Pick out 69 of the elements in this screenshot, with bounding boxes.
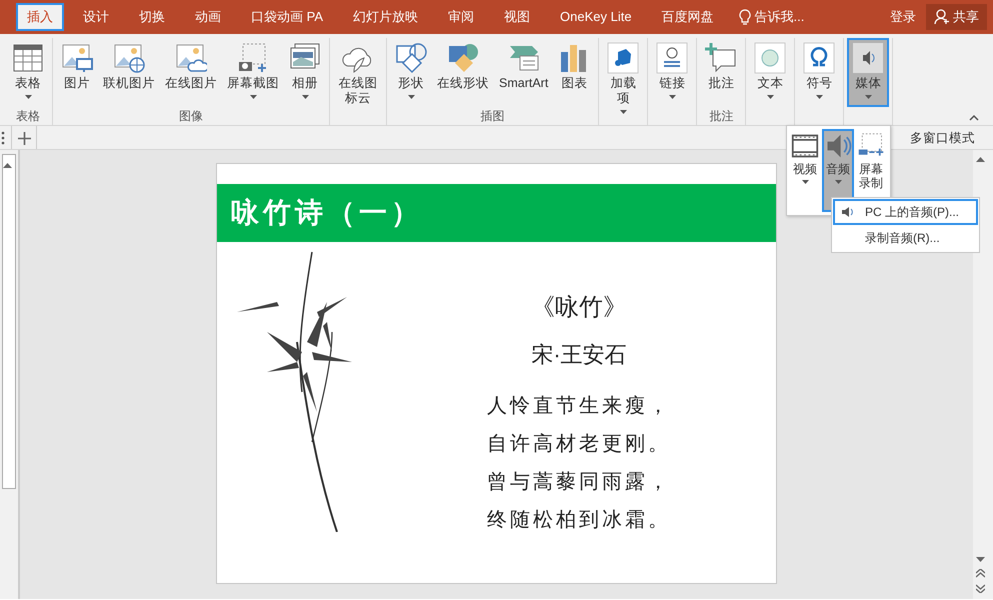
ribbon-button[interactable]: 批注 — [700, 38, 742, 107]
page-up-icon[interactable] — [976, 569, 985, 578]
scroll-down-icon[interactable] — [976, 557, 985, 563]
menu-tab[interactable]: 视图 — [493, 3, 541, 31]
ribbon-button[interactable]: 在线图片 — [160, 38, 222, 107]
group-label: 图像 — [179, 109, 203, 123]
drag-handle-icon[interactable] — [1, 131, 5, 145]
ribbon-button[interactable]: 形状 — [390, 38, 432, 107]
poem-title: 《咏竹》 — [531, 293, 627, 323]
comment-plus-icon — [705, 42, 738, 74]
poem-line: 自许高材老更刚。 — [487, 432, 671, 457]
menu-tab[interactable]: OneKey Lite — [549, 3, 643, 31]
menu-item[interactable]: 录制音频(R)... — [833, 225, 978, 251]
ribbon-button[interactable]: 图表 — [553, 38, 596, 107]
ribbon-button[interactable]: 屏幕截图 — [222, 38, 284, 107]
picture-globe-icon — [113, 42, 145, 74]
plus-icon — [18, 132, 30, 145]
colored-shapes-icon — [447, 42, 479, 74]
ribbon-button[interactable]: 表格 — [7, 38, 49, 107]
person-plus-icon — [934, 9, 950, 25]
ribbon-button[interactable]: 链接 — [651, 38, 694, 107]
menu-tab[interactable]: 百度网盘 — [650, 3, 725, 31]
ribbon-button[interactable]: 文本 — [749, 38, 792, 107]
menu-tab[interactable]: 设计 — [72, 3, 120, 31]
scroll-up-icon[interactable] — [3, 162, 12, 168]
ribbon-button[interactable]: 图片 — [56, 38, 98, 107]
scroll-up-icon[interactable] — [976, 156, 985, 162]
sign-in-link[interactable]: 登录 — [890, 7, 916, 27]
poem-line: 人怜直节生来瘦， — [487, 394, 671, 419]
menu-tab[interactable]: 口袋动画 PA — [240, 3, 334, 31]
menu-item[interactable]: PC 上的音频(P)... — [833, 199, 978, 225]
menu-tab[interactable]: 插入 — [16, 3, 64, 31]
ribbon-button[interactable]: 在线图标云 — [333, 38, 383, 110]
menu-tab[interactable]: 动画 — [184, 3, 232, 31]
scrollbar[interactable] — [2, 154, 16, 489]
ribbon-button[interactable]: 联机图片 — [98, 38, 160, 107]
window-mode-label[interactable]: 多窗口模式 — [910, 129, 975, 148]
table-icon — [12, 42, 44, 74]
ribbon-button[interactable]: 相册 — [284, 38, 326, 107]
cube-icon — [607, 42, 640, 74]
ribbon-button[interactable]: SmartArt — [494, 38, 554, 107]
film-strip-icon — [791, 132, 819, 160]
poem-line: 终随松柏到冰霜。 — [487, 508, 671, 533]
poem-author: 宋·王安石 — [531, 341, 627, 369]
menu-tab[interactable]: 切换 — [128, 3, 176, 31]
collapse-ribbon-icon[interactable] — [969, 114, 979, 121]
ribbon-button[interactable]: 视频 — [789, 129, 821, 212]
ribbon-button[interactable]: 媒体 — [847, 38, 890, 107]
ribbon-button[interactable]: 在线形状 — [432, 38, 494, 107]
group-label: 批注 — [709, 109, 734, 123]
tell-me-field[interactable]: 告诉我... — [754, 7, 804, 27]
ribbon-button[interactable]: 符号 — [798, 38, 840, 107]
slide-title: 咏竹诗（一） — [217, 184, 776, 242]
page-down-icon[interactable] — [976, 584, 985, 593]
share-button[interactable]: 共享 — [926, 4, 987, 30]
menu-tab[interactable]: 幻灯片放映 — [342, 3, 429, 31]
speaker-icon — [852, 42, 884, 74]
ribbon-button[interactable]: 加载项 — [602, 38, 644, 120]
lightbulb-icon — [738, 9, 751, 25]
menu-tab[interactable]: 审阅 — [437, 3, 485, 31]
picture-monitor-icon — [61, 42, 93, 74]
shapes-icon — [395, 42, 427, 74]
omega-icon — [803, 42, 836, 74]
poem-line: 曾与蒿藜同雨露， — [487, 470, 671, 495]
picture-cloud-icon — [175, 42, 207, 74]
screenshot-icon — [237, 42, 269, 74]
group-label: 表格 — [16, 109, 40, 123]
add-tab-button[interactable] — [11, 126, 37, 149]
group-label: 插图 — [480, 109, 505, 123]
